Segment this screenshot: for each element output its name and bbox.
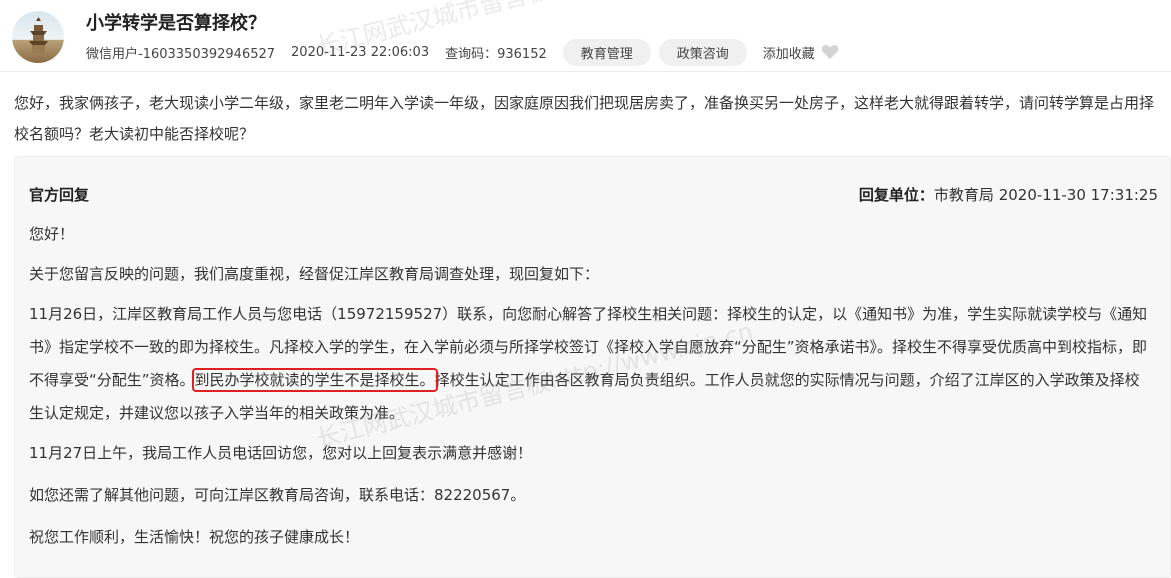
reply-unit-label: 回复单位： — [858, 186, 934, 204]
add-favorite-link[interactable]: 添加收藏 — [763, 43, 815, 62]
reply-paragraph-1: 关于您留言反映的问题，我们高度重视，经督促江岸区教育局调查处理，现回复如下： — [29, 265, 600, 283]
official-reply-panel: 官方回复 回复单位：市教育局 2020-11-30 17:31:25 您好！ 关… — [14, 156, 1171, 578]
tower-avatar-icon — [29, 17, 48, 53]
post-meta: 微信用户-1603350392946527 2020-11-23 22:06:0… — [86, 38, 839, 66]
question-text: 您好，我家俩孩子，老大现读小学二年级，家里老二明年入学读一年级，因家庭原因我们把… — [14, 94, 1155, 143]
reply-unit: 回复单位：市教育局 2020-11-30 17:31:25 — [859, 184, 1158, 205]
reply-closing: 祝您工作顺利，生活愉快！祝您的孩子健康成长！ — [29, 528, 360, 546]
header-divider — [0, 71, 1171, 72]
reply-paragraph-3: 11月27日上午，我局工作人员电话回访您，您对以上回复表示满意并感谢！ — [29, 444, 533, 462]
reply-greeting: 您好！ — [29, 225, 75, 243]
page-title: 小学转学是否算择校？ — [86, 13, 266, 34]
reply-heading: 官方回复 — [29, 186, 90, 204]
user-avatar[interactable] — [12, 11, 64, 63]
reply-paragraph-2: 11月26日，江岸区教育局工作人员与您电话（15972159527）联系，向您耐… — [29, 298, 1154, 430]
reply-unit-value: 市教育局 2020-11-30 17:31:25 — [933, 186, 1158, 204]
highlighted-sentence: 到民办学校就读的学生不是择校生。 — [191, 368, 438, 392]
heart-icon[interactable] — [821, 44, 839, 60]
tag-education-management[interactable]: 教育管理 — [562, 38, 651, 66]
tag-policy-consulting[interactable]: 政策咨询 — [658, 38, 747, 66]
post-header: 小学转学是否算择校？ 微信用户-1603350392946527 2020-11… — [0, 0, 1171, 68]
author-name: 微信用户-1603350392946527 — [86, 46, 276, 62]
reply-paragraph-4: 如您还需了解其他问题，可向江岸区教育局咨询，联系电话：82220567。 — [29, 486, 526, 504]
query-code: 查询码：936152 — [445, 46, 547, 62]
post-datetime: 2020-11-23 22:06:03 — [291, 44, 430, 60]
